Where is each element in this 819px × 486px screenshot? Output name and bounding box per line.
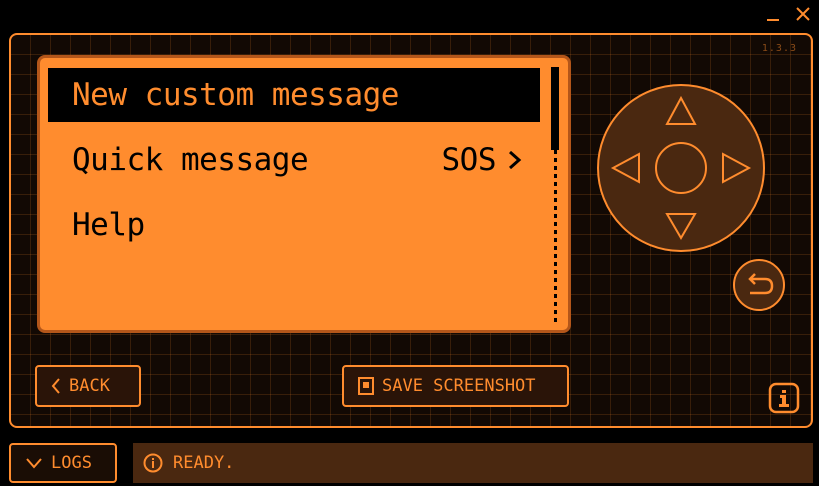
return-button[interactable] xyxy=(733,259,785,311)
minimize-button[interactable] xyxy=(765,6,781,22)
save-screenshot-label: SAVE SCREENSHOT xyxy=(382,376,536,396)
menu-item-label: New custom message xyxy=(72,77,399,113)
dpad-center-button[interactable] xyxy=(655,142,707,194)
back-button-label: BACK xyxy=(69,376,110,396)
back-button[interactable]: BACK xyxy=(35,365,141,407)
return-arrow-icon xyxy=(748,273,774,295)
version-label: 1.3.3 xyxy=(761,43,797,54)
menu-item-help[interactable]: Help xyxy=(48,198,540,252)
menu-item-label: Quick message xyxy=(72,142,309,178)
menu-item-label: Help xyxy=(72,207,145,243)
scrollbar-thumb[interactable] xyxy=(551,67,559,150)
chevron-down-icon xyxy=(26,458,42,469)
scrollbar-track[interactable] xyxy=(554,150,557,322)
circle-icon xyxy=(655,142,707,194)
menu-item-quick-message[interactable]: Quick message SOS xyxy=(48,133,540,187)
dpad xyxy=(597,84,765,252)
lcd-screen: New custom message Quick message SOS Hel… xyxy=(37,55,571,333)
logs-button[interactable]: LOGS xyxy=(9,443,117,483)
chevron-left-icon xyxy=(51,378,60,394)
close-icon xyxy=(796,7,810,21)
menu-item-value: SOS xyxy=(441,142,497,178)
minimize-icon xyxy=(767,19,779,21)
device-frame: 1.3.3 New custom message Quick message S… xyxy=(9,33,813,428)
logs-button-label: LOGS xyxy=(51,453,92,473)
triangle-right-icon[interactable] xyxy=(722,152,752,184)
triangle-up-icon[interactable] xyxy=(665,95,697,125)
info-icon xyxy=(143,453,163,473)
save-icon xyxy=(358,377,374,395)
chevron-right-icon xyxy=(509,150,522,170)
save-screenshot-button[interactable]: SAVE SCREENSHOT xyxy=(342,365,569,407)
status-bar: READY. xyxy=(133,443,813,483)
dpad-graphic xyxy=(610,95,752,240)
info-button[interactable] xyxy=(767,381,801,415)
info-icon xyxy=(768,382,800,414)
triangle-left-icon[interactable] xyxy=(610,152,640,184)
status-text: READY. xyxy=(173,453,235,473)
menu-item-value-group: SOS xyxy=(442,142,523,178)
window-controls xyxy=(765,6,811,22)
menu-item-new-custom-message[interactable]: New custom message xyxy=(48,68,540,122)
triangle-down-icon[interactable] xyxy=(665,213,697,240)
close-button[interactable] xyxy=(795,6,811,22)
